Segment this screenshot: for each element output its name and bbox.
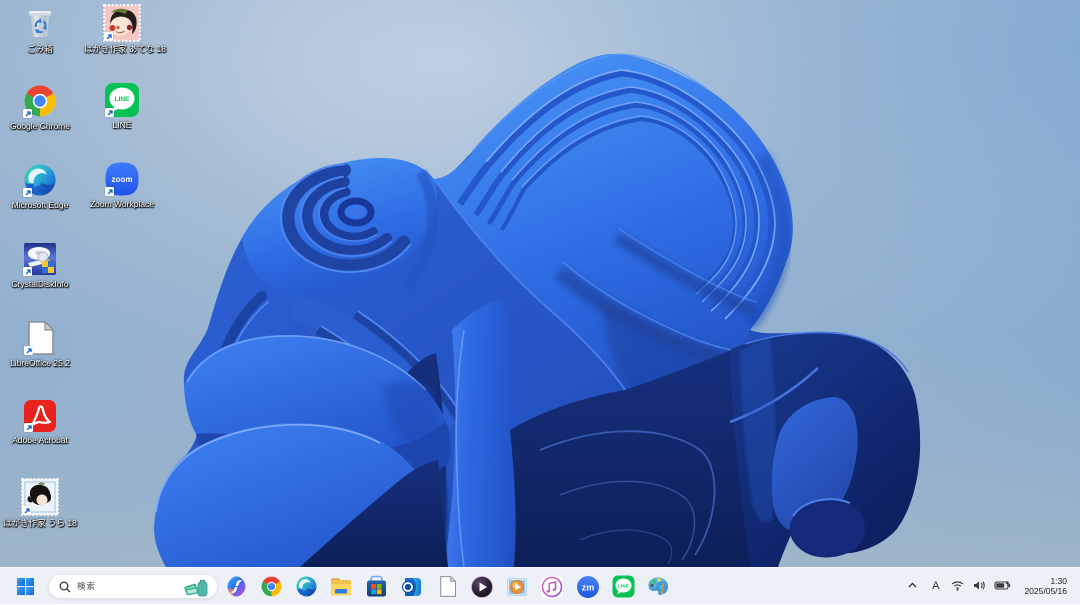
svg-text:LINE: LINE (115, 96, 130, 103)
svg-text:zoom: zoom (112, 175, 133, 184)
svg-text:zm: zm (582, 582, 595, 592)
svg-text:LINE: LINE (618, 584, 630, 590)
